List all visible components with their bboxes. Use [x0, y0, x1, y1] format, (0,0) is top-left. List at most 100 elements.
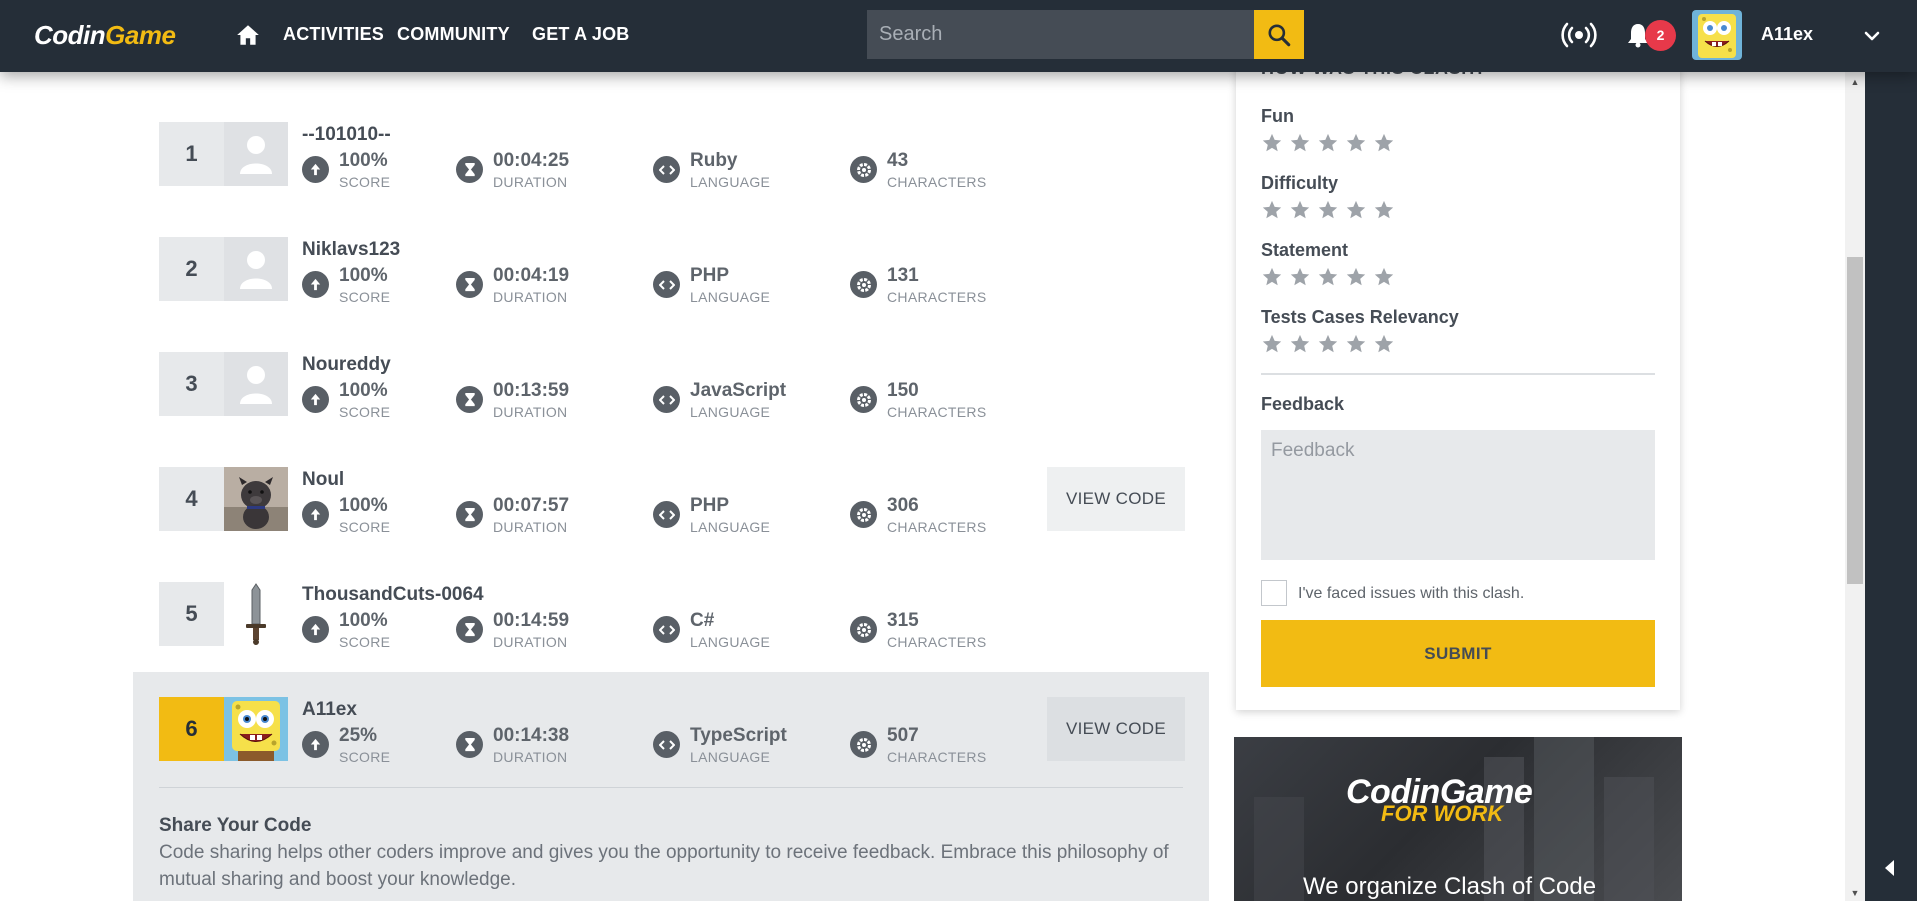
star-icon[interactable]: [1373, 132, 1395, 154]
characters-value: 315: [887, 610, 919, 631]
criterion-label-fun: Fun: [1261, 106, 1294, 126]
hourglass-icon: [456, 501, 483, 528]
star-icon[interactable]: [1345, 132, 1367, 154]
default-user-icon: [240, 136, 272, 174]
star-icon[interactable]: [1373, 266, 1395, 288]
star-icon[interactable]: [1317, 333, 1339, 355]
gear-icon: [850, 616, 877, 643]
player-name[interactable]: ThousandCuts-0064: [302, 584, 484, 606]
star-icon[interactable]: [1345, 266, 1367, 288]
star-icon[interactable]: [1317, 132, 1339, 154]
search-icon: [1268, 23, 1291, 46]
player-avatar[interactable]: [224, 467, 288, 531]
star-icon[interactable]: [1289, 266, 1311, 288]
arrow-up-icon: [302, 271, 329, 298]
gear-icon: [850, 501, 877, 528]
top-username[interactable]: A11ex: [1761, 24, 1813, 45]
gear-icon: [850, 731, 877, 758]
star-rating-tests-cases-relevancy[interactable]: [1261, 333, 1395, 355]
duration-value: 00:14:38: [493, 725, 570, 746]
user-avatar[interactable]: [1692, 10, 1742, 60]
nav-get-a-job-link[interactable]: GET A JOB: [532, 24, 629, 45]
star-rating-fun[interactable]: [1261, 132, 1395, 154]
characters-value: 131: [887, 265, 919, 286]
feedback-textarea[interactable]: [1261, 430, 1655, 560]
hourglass-icon: [456, 271, 483, 298]
star-icon[interactable]: [1289, 199, 1311, 221]
view-code-button[interactable]: VIEW CODE: [1047, 697, 1185, 761]
star-rating-difficulty[interactable]: [1261, 199, 1395, 221]
ranking-row: 5 ThousandCuts-0064 100% SCORE 00:14:59 …: [159, 582, 1184, 650]
characters-label: CHARACTERS: [887, 289, 987, 305]
player-avatar[interactable]: [224, 352, 288, 416]
language-label: LANGUAGE: [690, 174, 771, 190]
nav-activities-link[interactable]: ACTIVITIES: [283, 24, 384, 45]
code-icon: [653, 156, 680, 183]
hourglass-icon: [456, 386, 483, 413]
star-icon[interactable]: [1289, 132, 1311, 154]
star-rating-statement[interactable]: [1261, 266, 1395, 288]
caret-left-icon[interactable]: [1882, 858, 1898, 878]
promo-subtitle: FOR WORK: [1381, 801, 1504, 826]
language-value: C#: [690, 610, 715, 631]
broadcast-icon[interactable]: [1561, 20, 1597, 50]
score-value: 100%: [339, 265, 388, 286]
score-value: 100%: [339, 610, 388, 631]
dog-photo: [224, 467, 288, 531]
star-icon[interactable]: [1261, 132, 1283, 154]
star-icon[interactable]: [1317, 266, 1339, 288]
search-input[interactable]: [867, 10, 1254, 59]
scroll-down-arrow[interactable]: ▼: [1845, 885, 1865, 901]
player-avatar[interactable]: [224, 237, 288, 301]
side-panel-strip: [1865, 72, 1917, 901]
player-name[interactable]: Noul: [302, 469, 344, 491]
codingame-for-work-promo[interactable]: CodinGame FOR WORK We organize Clash of …: [1234, 737, 1682, 901]
star-icon[interactable]: [1289, 333, 1311, 355]
chevron-down-icon[interactable]: [1862, 26, 1882, 46]
star-icon[interactable]: [1317, 199, 1339, 221]
nav-community-link[interactable]: COMMUNITY: [397, 24, 510, 45]
ranking-row: 4 Noul 100% SCORE 00:07:57 DURATION PHP …: [159, 467, 1185, 535]
characters-value: 507: [887, 725, 919, 746]
view-code-button[interactable]: VIEW CODE: [1047, 467, 1185, 531]
rank-number: 3: [159, 352, 224, 416]
codingame-logo[interactable]: CodinGame: [34, 20, 176, 51]
code-icon: [653, 501, 680, 528]
characters-label: CHARACTERS: [887, 174, 987, 190]
divider: [159, 787, 1183, 788]
star-icon[interactable]: [1345, 333, 1367, 355]
duration-label: DURATION: [493, 174, 568, 190]
player-name[interactable]: Noureddy: [302, 354, 391, 376]
player-name[interactable]: Niklavs123: [302, 239, 400, 261]
vertical-scrollbar[interactable]: ▲ ▼: [1845, 72, 1865, 901]
star-icon[interactable]: [1345, 199, 1367, 221]
player-name[interactable]: A11ex: [302, 699, 357, 721]
submit-button[interactable]: SUBMIT: [1261, 620, 1655, 687]
criterion-label-tests-cases-relevancy: Tests Cases Relevancy: [1261, 307, 1459, 327]
arrow-up-icon: [302, 616, 329, 643]
star-icon[interactable]: [1373, 199, 1395, 221]
score-label: SCORE: [339, 404, 391, 420]
player-avatar[interactable]: [224, 697, 288, 761]
star-icon[interactable]: [1261, 199, 1283, 221]
player-name[interactable]: --101010--: [302, 124, 391, 146]
characters-label: CHARACTERS: [887, 634, 987, 650]
top-navbar: CodinGame ACTIVITIES COMMUNITY GET A JOB…: [0, 0, 1917, 72]
issues-checkbox-label[interactable]: I've faced issues with this clash.: [1298, 585, 1524, 603]
duration-label: DURATION: [493, 519, 568, 535]
sword-icon: [246, 583, 266, 645]
ranking-row: 3 Noureddy 100% SCORE 00:13:59 DURATION …: [159, 352, 1184, 420]
scrollbar-thumb[interactable]: [1847, 257, 1863, 584]
home-icon[interactable]: [235, 22, 261, 48]
player-avatar[interactable]: [224, 582, 288, 646]
player-avatar[interactable]: [224, 122, 288, 186]
duration-label: DURATION: [493, 634, 568, 650]
notification-badge[interactable]: 2: [1645, 20, 1676, 51]
star-icon[interactable]: [1261, 266, 1283, 288]
star-icon[interactable]: [1373, 333, 1395, 355]
search-button[interactable]: [1254, 10, 1304, 59]
issues-checkbox[interactable]: [1261, 580, 1287, 606]
star-icon[interactable]: [1261, 333, 1283, 355]
scroll-up-arrow[interactable]: ▲: [1845, 74, 1865, 90]
default-user-icon: [240, 251, 272, 289]
